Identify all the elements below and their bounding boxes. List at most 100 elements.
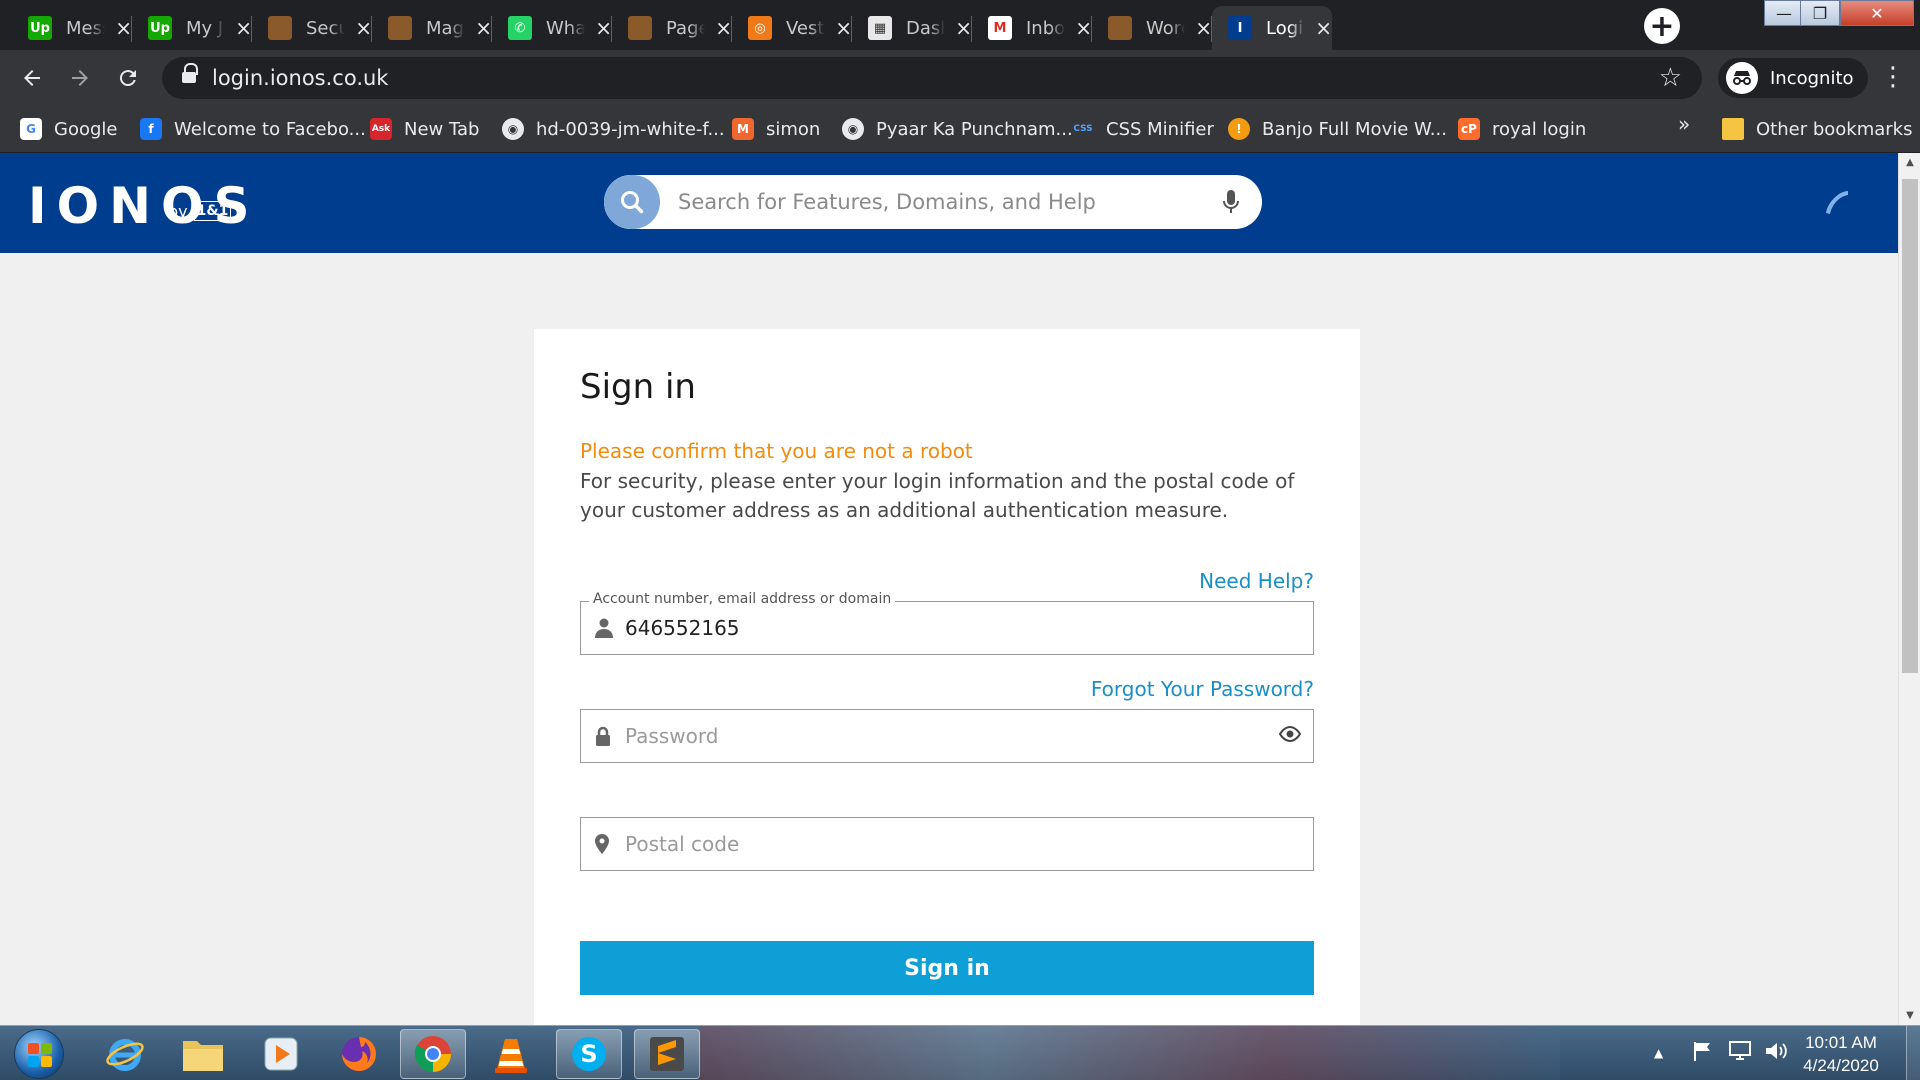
bookmark-label: Banjo Full Movie W... — [1262, 118, 1447, 140]
close-tab-icon[interactable]: × — [115, 16, 132, 40]
bookmark-item[interactable]: ◉ hd-0039-jm-white-f... — [502, 115, 725, 143]
account-input[interactable] — [625, 616, 1245, 640]
back-icon[interactable] — [16, 62, 48, 94]
address-bar[interactable]: login.ionos.co.uk ☆ — [162, 57, 1702, 99]
media-player-icon[interactable] — [248, 1029, 314, 1079]
tab-title: Page M — [666, 17, 706, 39]
tab-title: Vesta — [786, 17, 825, 39]
postal-code-input[interactable] — [625, 832, 1245, 856]
bookmark-item[interactable]: ! Banjo Full Movie W... — [1228, 115, 1447, 143]
chrome-icon[interactable] — [400, 1029, 466, 1079]
show-password-eye-icon[interactable] — [1278, 725, 1302, 746]
tray-expand-icon[interactable]: ▲ — [1654, 1046, 1663, 1060]
close-tab-icon[interactable]: × — [355, 16, 372, 40]
account-field[interactable]: Account number, email address or domain — [580, 591, 1314, 655]
bookmark-item[interactable]: Ask New Tab — [370, 115, 479, 143]
new-tab-button[interactable]: + — [1644, 8, 1680, 44]
file-explorer-icon[interactable] — [170, 1029, 236, 1079]
phone-icon[interactable] — [1820, 185, 1852, 226]
close-tab-icon[interactable]: × — [1315, 16, 1332, 40]
network-icon[interactable] — [1728, 1040, 1752, 1067]
bookmark-item[interactable]: G Google — [20, 115, 117, 143]
bookmark-item[interactable]: ◉ Pyaar Ka Punchnam... — [842, 115, 1073, 143]
browser-tab[interactable]: Page M × — [612, 6, 732, 50]
bookmark-label: Welcome to Facebo... — [174, 118, 366, 140]
close-tab-icon[interactable]: × — [715, 16, 732, 40]
clock-time: 10:01 AM — [1805, 1033, 1877, 1052]
upwork-icon: Up — [28, 16, 52, 40]
tab-title: My Jol — [186, 17, 225, 39]
browser-tab[interactable]: M Inbox × — [972, 6, 1092, 50]
show-desktop-button[interactable] — [1906, 1026, 1920, 1080]
google-icon: G — [20, 118, 42, 140]
start-button[interactable] — [14, 1029, 64, 1079]
svg-text:S: S — [580, 1040, 597, 1068]
firefox-icon[interactable] — [326, 1029, 392, 1079]
bookmark-item[interactable]: CSS CSS Minifier — [1072, 115, 1214, 143]
close-tab-icon[interactable]: × — [835, 16, 852, 40]
search-input[interactable] — [678, 190, 1198, 214]
action-center-flag-icon[interactable] — [1692, 1040, 1714, 1067]
other-bookmarks[interactable]: Other bookmarks — [1722, 115, 1912, 143]
password-input[interactable] — [625, 724, 1245, 748]
skype-icon[interactable]: S — [556, 1029, 622, 1079]
close-tab-icon[interactable]: × — [235, 16, 252, 40]
close-window-button[interactable]: ✕ — [1840, 0, 1914, 26]
star-icon[interactable]: ☆ — [1659, 63, 1682, 93]
vesta-icon: ◎ — [748, 16, 772, 40]
dashboard-icon: ▦ — [868, 16, 892, 40]
maximize-button[interactable]: ❐ — [1800, 0, 1840, 26]
scroll-up-arrow-icon[interactable]: ▲ — [1899, 157, 1920, 168]
browser-tab[interactable]: Secure × — [252, 6, 372, 50]
bookmark-item[interactable]: cP royal login — [1458, 115, 1586, 143]
menu-kebab-icon[interactable]: ⋮ — [1880, 62, 1906, 92]
close-tab-icon[interactable]: × — [475, 16, 492, 40]
browser-tab[interactable]: ✆ Whats × — [492, 6, 612, 50]
bookmark-item[interactable]: f Welcome to Facebo... — [140, 115, 366, 143]
bookmark-item[interactable]: Msimon — [732, 115, 820, 143]
close-tab-icon[interactable]: × — [1075, 16, 1092, 40]
scrollbar-thumb[interactable] — [1902, 179, 1918, 673]
tab-strip: + — ❐ ✕ Up Messa × Up My Jol × Secure × Mag2 × ✆ Wh… — [0, 0, 1920, 50]
close-tab-icon[interactable]: × — [595, 16, 612, 40]
volume-icon[interactable] — [1764, 1040, 1788, 1067]
robot-warning: Please confirm that you are not a robot — [580, 439, 973, 463]
incognito-profile-button[interactable]: Incognito — [1718, 58, 1868, 98]
browser-tab[interactable]: ▦ Dashb × — [852, 6, 972, 50]
bookmark-label: New Tab — [404, 118, 480, 140]
need-help-link[interactable]: Need Help? — [1199, 569, 1314, 593]
browser-tab[interactable]: WordI × — [1092, 6, 1212, 50]
system-clock[interactable]: 10:01 AM 4/24/2020 — [1786, 1031, 1896, 1077]
close-tab-icon[interactable]: × — [1195, 16, 1212, 40]
magento-icon: M — [732, 118, 754, 140]
forgot-password-link[interactable]: Forgot Your Password? — [1091, 677, 1314, 701]
vlc-icon[interactable] — [478, 1029, 544, 1079]
page-scrollbar[interactable]: ▲ ▼ — [1898, 153, 1920, 1025]
forward-icon[interactable] — [64, 62, 96, 94]
bookmark-label: hd-0039-jm-white-f... — [536, 118, 725, 140]
bookmarks-overflow-button[interactable]: » — [1678, 112, 1690, 136]
close-tab-icon[interactable]: × — [955, 16, 972, 40]
account-field-label: Account number, email address or domain — [589, 591, 896, 607]
browser-tab[interactable]: Up My Jol × — [132, 6, 252, 50]
browser-tab[interactable]: Up Messa × — [12, 6, 132, 50]
reload-icon[interactable] — [112, 62, 144, 94]
minimize-button[interactable]: — — [1764, 0, 1804, 26]
browser-tab[interactable]: I Login × — [1212, 6, 1332, 50]
internet-explorer-icon[interactable] — [92, 1029, 158, 1079]
sign-in-button[interactable]: Sign in — [580, 941, 1314, 995]
search-bar[interactable] — [604, 175, 1262, 229]
browser-tab[interactable]: ◎ Vesta × — [732, 6, 852, 50]
microphone-icon[interactable] — [1222, 189, 1240, 219]
scroll-down-arrow-icon[interactable]: ▼ — [1899, 1010, 1920, 1021]
browser-tab[interactable]: Mag2 × — [372, 6, 492, 50]
url-text[interactable]: login.ionos.co.uk — [212, 66, 388, 90]
password-field[interactable] — [580, 709, 1314, 763]
search-icon[interactable] — [604, 175, 660, 229]
tab-title: Whats — [546, 17, 586, 39]
windows-taskbar: S ▲ 10:01 AM 4/24/2020 — [0, 1025, 1920, 1080]
logo-by-text: by — [168, 201, 188, 221]
logo-badge-text: 1&1 — [193, 201, 232, 221]
postal-code-field[interactable] — [580, 817, 1314, 871]
sublime-text-icon[interactable] — [634, 1029, 700, 1079]
